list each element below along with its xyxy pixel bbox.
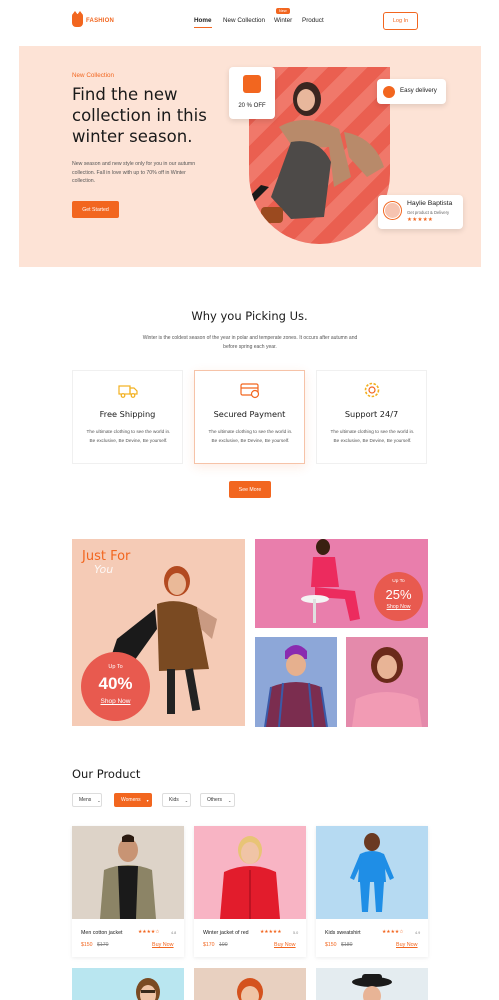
filter-womens[interactable]: Womens ▾ xyxy=(114,793,152,807)
feature-description: The ultimate clothing to see the world i… xyxy=(330,429,415,443)
promo-model-image xyxy=(301,539,360,623)
avatar xyxy=(384,202,401,219)
product-card[interactable]: Winter jacket of red ★★★★★ 5.0 $170 190 … xyxy=(194,826,306,957)
product-price: $150 xyxy=(81,942,93,948)
shop-now-link[interactable]: Shop Now xyxy=(374,604,423,610)
hero-description: New season and new style only for you in… xyxy=(72,161,196,184)
discount-badge-25: Up To 25% Shop Now xyxy=(374,572,423,621)
nav-winter[interactable]: Winter xyxy=(274,17,292,24)
feature-secured-payment[interactable]: Secured Payment The ultimate clothing to… xyxy=(194,370,305,464)
filter-others[interactable]: Others ⌄ xyxy=(200,793,235,807)
product-old-price: 190 xyxy=(219,942,228,948)
discount-value: 25% xyxy=(385,587,412,602)
brand-logo[interactable]: FASHION xyxy=(72,11,115,27)
buy-now-link[interactable]: Buy Now xyxy=(274,942,296,948)
buy-now-link[interactable]: Buy Now xyxy=(152,942,174,948)
product-card[interactable] xyxy=(316,968,428,1000)
promo-pink-banner[interactable]: Up To 25% Shop Now xyxy=(255,539,428,628)
product-card[interactable] xyxy=(72,968,184,1000)
support-gear-icon xyxy=(364,382,380,398)
hero-title: Find the new collection in this winter s… xyxy=(72,85,207,146)
promo-just-for-you[interactable]: Just For You Up To 40% Shop Now xyxy=(72,539,245,726)
product-image xyxy=(316,826,428,919)
product-price: $170 xyxy=(203,942,215,948)
feature-title: Secured Payment xyxy=(213,409,286,419)
product-name: Winter jacket of red xyxy=(203,930,249,936)
chevron-down-icon: ⌄ xyxy=(184,797,189,803)
feature-support[interactable]: Support 24/7 The ultimate clothing to se… xyxy=(316,370,427,464)
product-stars: ★★★★☆ xyxy=(138,930,160,935)
promo-title: Just For xyxy=(82,549,131,564)
delivery-card: Easy delivery xyxy=(377,79,446,104)
feature-description: The ultimate clothing to see the world i… xyxy=(86,429,171,443)
why-title: Why you Picking Us. xyxy=(191,309,308,323)
nav-new-collection[interactable]: New Collection xyxy=(223,17,265,24)
reviewer-name: Haylie Baptista xyxy=(407,200,453,207)
upto-label: Up To xyxy=(108,664,123,670)
reviewer-subtitle: Get product & Delivery xyxy=(407,210,450,215)
login-button[interactable]: Log In xyxy=(383,12,418,30)
feature-free-shipping[interactable]: Free Shipping The ultimate clothing to s… xyxy=(72,370,183,464)
promo-model-image xyxy=(352,647,422,727)
promo-cozy-look[interactable] xyxy=(346,637,428,727)
product-rating: 4.9 xyxy=(415,931,421,935)
promo-title-overlay: You xyxy=(94,563,114,576)
discount-text: 20 % OFF xyxy=(238,103,266,109)
product-price: $150 xyxy=(325,942,337,948)
chevron-down-icon: ⌄ xyxy=(97,797,101,803)
truck-icon xyxy=(118,385,138,398)
filter-kids[interactable]: Kids ⌄ xyxy=(162,793,191,807)
product-card[interactable]: Men cotton jacket ★★★★☆ 4.8 $150 $170 Bu… xyxy=(72,826,184,957)
feature-title: Free Shipping xyxy=(99,409,156,419)
hero-kicker: New Collection xyxy=(72,72,114,79)
get-started-button[interactable]: Get Started xyxy=(72,201,119,218)
nav-product[interactable]: Product xyxy=(302,17,324,24)
product-old-price: $170 xyxy=(97,942,109,948)
shopping-bag-icon xyxy=(243,75,261,93)
product-image xyxy=(194,826,306,919)
chevron-down-icon: ⌄ xyxy=(228,797,232,803)
filter-label: Others xyxy=(207,797,223,803)
product-stars: ★★★★★ xyxy=(260,930,282,935)
upto-label: Up To xyxy=(392,579,405,584)
delivery-icon xyxy=(383,86,395,98)
brand-name: FASHION xyxy=(86,17,115,24)
chevron-down-icon: ▾ xyxy=(146,797,149,803)
product-image xyxy=(72,826,184,919)
product-card[interactable] xyxy=(194,968,306,1000)
discount-badge-40: Up To 40% Shop Now xyxy=(81,652,150,721)
product-card[interactable]: Kids sweatshirt ★★★★☆ 4.9 $150 $180 Buy … xyxy=(316,826,428,957)
filter-label: Mens xyxy=(79,797,92,803)
feature-title: Support 24/7 xyxy=(344,409,399,419)
filter-label: Kids xyxy=(169,797,179,803)
fox-logo-icon xyxy=(72,11,83,27)
filter-mens[interactable]: Mens ⌄ xyxy=(72,793,102,807)
promo-winter-look[interactable] xyxy=(255,637,337,727)
new-badge: New xyxy=(276,8,290,14)
why-description: Winter is the coldest season of the year… xyxy=(142,335,358,350)
buy-now-link[interactable]: Buy Now xyxy=(396,942,418,948)
product-stars: ★★★★☆ xyxy=(382,930,404,935)
product-image xyxy=(136,978,160,1000)
review-card: Haylie Baptista Get product & Delivery ★… xyxy=(378,195,463,229)
product-name: Kids sweatshirt xyxy=(325,930,361,936)
filter-label: Womens xyxy=(121,797,141,803)
credit-card-icon xyxy=(240,383,260,399)
product-rating: 5.0 xyxy=(293,931,299,935)
discount-value: 40% xyxy=(98,674,133,693)
feature-description: The ultimate clothing to see the world i… xyxy=(208,429,293,443)
review-stars: ★★★★★ xyxy=(407,217,434,223)
discount-card: 20 % OFF xyxy=(229,67,275,119)
product-image xyxy=(237,978,263,1000)
product-name: Men cotton jacket xyxy=(81,930,123,936)
product-image xyxy=(352,974,392,1000)
product-rating: 4.8 xyxy=(171,931,177,935)
see-more-button[interactable]: See More xyxy=(229,481,271,498)
shop-now-link[interactable]: Shop Now xyxy=(81,698,150,705)
nav-home[interactable]: Home xyxy=(194,17,212,28)
product-old-price: $180 xyxy=(341,942,353,948)
products-title: Our Product xyxy=(72,767,141,781)
delivery-text: Easy delivery xyxy=(400,87,437,94)
promo-model-image xyxy=(264,645,328,727)
